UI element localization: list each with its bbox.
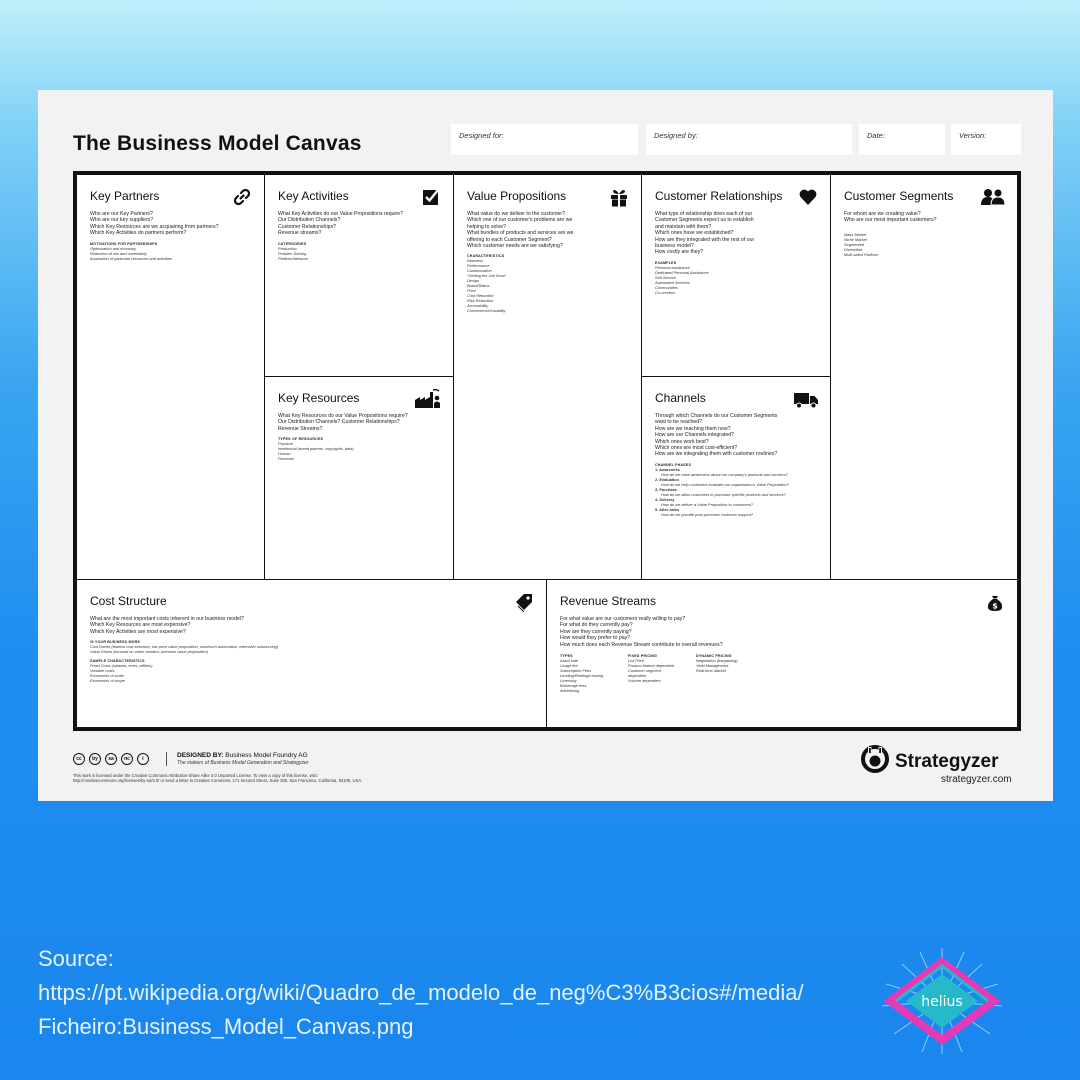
cc-sa-icon: sa [105, 753, 117, 765]
factory-icon [414, 389, 442, 409]
designed-for-label: Designed for: [459, 131, 504, 140]
question: How are we integrating them with custome… [655, 451, 778, 458]
cc-by-icon: by [89, 753, 101, 765]
revenue-column-types: TYPES Asset sale Usage fee Subscription … [560, 654, 610, 693]
canvas-grid: Key Partners Who are our Key Partners? W… [73, 171, 1021, 731]
example: Financial [278, 456, 294, 462]
designed-for-field: Designed for: [451, 124, 638, 155]
example: Acquisition of particular resources and … [90, 255, 172, 261]
question: Which Key Activities do partners perform… [90, 230, 187, 237]
cc-icon: cc [73, 753, 85, 765]
designed-by-tagline: The makers of Business Model Generation … [177, 760, 309, 766]
question: How costly are they? [655, 249, 704, 256]
question: Revenue Streams? [278, 425, 323, 432]
creative-commons-icons: cc by sa nc i [73, 753, 149, 765]
customer-segments-block: Customer Segments For whom are we creati… [830, 174, 1018, 580]
tag-icon [513, 592, 535, 612]
revenue-column-fixed-pricing: FIXED PRICING List Price Product feature… [628, 654, 678, 693]
question: Who are our most important customers? [844, 217, 937, 224]
strategyzer-mark-icon [860, 744, 890, 779]
info-icon: i [137, 753, 149, 765]
example: Convenience/Usability [467, 308, 506, 314]
revenue-streams-block: Revenue Streams $ For what value are our… [546, 579, 1018, 728]
source-url-line[interactable]: https://pt.wikipedia.org/wiki/Quadro_de_… [38, 976, 888, 1010]
checkbox-icon [420, 187, 442, 207]
example: Advertising [560, 688, 580, 694]
heart-icon [797, 187, 819, 207]
helius-logo: helius [872, 946, 1012, 1056]
date-field: Date: [859, 124, 945, 155]
question: Which customer needs are we satisfying? [467, 243, 563, 250]
key-partners-title: Key Partners [90, 189, 160, 203]
people-icon [980, 187, 1006, 207]
designed-by-line: DESIGNED BY: Business Model Foundry AG [177, 752, 308, 759]
question: Revenue streams? [278, 230, 322, 237]
canvas-title: The Business Model Canvas [73, 132, 362, 155]
source-url-line[interactable]: Ficheiro:Business_Model_Canvas.png [38, 1010, 888, 1044]
designed-by-label: Designed by: [654, 131, 698, 140]
example: Value Driven (focused on value creation,… [90, 649, 208, 655]
helius-logo-text: helius [921, 994, 962, 1010]
revenue-column-dynamic-pricing: DYNAMIC PRICING Negotiation (bargaining)… [696, 654, 746, 693]
designed-by-credit-value: Business Model Foundry AG [225, 752, 308, 759]
strategyzer-brand-name: Strategyzer [895, 750, 999, 772]
strategyzer-url[interactable]: strategyzer.com [941, 774, 1012, 785]
channels-block: Channels Through which Channels do our C… [641, 376, 831, 580]
example: Co-creation [655, 289, 676, 295]
revenue-streams-title: Revenue Streams [560, 594, 657, 608]
key-partners-block: Key Partners Who are our Key Partners? W… [76, 174, 265, 580]
cc-nc-icon: nc [121, 753, 133, 765]
value-propositions-title: Value Propositions [467, 189, 567, 203]
key-activities-title: Key Activities [278, 189, 349, 203]
customer-relationships-block: Customer Relationships What type of rela… [641, 174, 831, 377]
business-model-canvas-sheet: The Business Model Canvas Designed for: … [38, 90, 1053, 801]
example: Multi-sided Platform [844, 251, 879, 257]
cost-structure-title: Cost Structure [90, 594, 167, 608]
channel-phase-desc: How do we provide post-purchase customer… [661, 511, 754, 517]
helius-logo-graphic: helius [881, 948, 1003, 1054]
link-icon [231, 187, 253, 207]
money-bag-icon: $ [984, 592, 1006, 612]
question: Which Key Activities are most expensive? [90, 628, 186, 635]
version-field: Version: [951, 124, 1021, 155]
license-link[interactable]: http://creativecommons.org/licenses/by-s… [73, 778, 493, 783]
revenue-columns: TYPES Asset sale Usage fee Subscription … [560, 654, 1005, 693]
license-text: This work is licensed under the Creative… [73, 773, 493, 784]
example: Platform/Network [278, 255, 308, 261]
gift-icon [608, 187, 630, 207]
question: How much does each Revenue Stream contri… [560, 641, 723, 648]
example: Economies of scope [90, 678, 126, 684]
value-propositions-block: Value Propositions What value do we deli… [453, 174, 642, 580]
cost-structure-block: Cost Structure What are the most importa… [76, 579, 547, 728]
designed-by-field: Designed by: [646, 124, 852, 155]
key-activities-block: Key Activities What Key Activities do ou… [264, 174, 454, 377]
key-resources-block: Key Resources What Key Resources do our … [264, 376, 454, 580]
source-label: Source: [38, 946, 114, 971]
customer-relationships-title: Customer Relationships [655, 189, 783, 203]
example: Real-time-Market [696, 668, 726, 674]
source-caption: Source: https://pt.wikipedia.org/wiki/Qu… [38, 942, 888, 1044]
designed-by-credit-label: DESIGNED BY: [177, 752, 224, 759]
example: Volume dependent [628, 678, 661, 684]
version-label: Version: [959, 131, 987, 140]
truck-icon [793, 389, 819, 409]
date-label: Date: [867, 131, 885, 140]
designed-by-credit: DESIGNED BY: Business Model Foundry AG T… [166, 752, 308, 766]
svg-text:$: $ [992, 602, 998, 611]
